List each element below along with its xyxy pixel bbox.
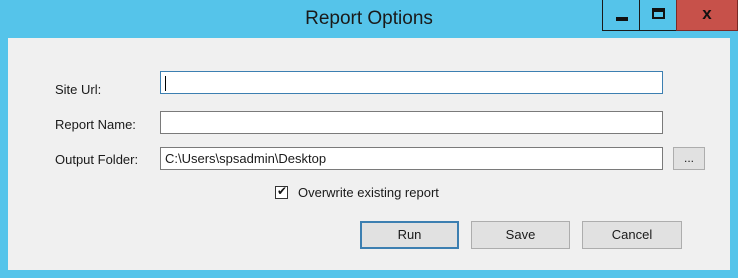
overwrite-checkbox[interactable]: ✔ — [275, 184, 288, 199]
title-bar[interactable]: Report Options x — [0, 0, 738, 38]
site-url-input[interactable] — [160, 71, 663, 94]
maximize-icon — [652, 8, 665, 19]
dialog-client-area: Site Url: Report Name: Output Folder: C:… — [8, 38, 730, 270]
overwrite-checkbox-label[interactable]: Overwrite existing report — [298, 183, 439, 203]
close-icon: x — [702, 4, 712, 23]
save-button[interactable]: Save — [471, 221, 570, 249]
checkmark-icon: ✔ — [277, 184, 288, 198]
output-folder-input[interactable]: C:\Users\spsadmin\Desktop — [160, 147, 663, 170]
text-caret — [165, 76, 166, 92]
output-folder-label: Output Folder: — [55, 152, 139, 167]
close-button[interactable]: x — [676, 0, 738, 31]
browse-folder-button[interactable]: ... — [673, 147, 705, 170]
minimize-button[interactable] — [602, 0, 640, 31]
run-button[interactable]: Run — [360, 221, 459, 249]
cancel-button[interactable]: Cancel — [582, 221, 682, 249]
report-name-input[interactable] — [160, 111, 663, 134]
output-folder-value: C:\Users\spsadmin\Desktop — [165, 151, 327, 166]
site-url-label: Site Url: — [55, 82, 102, 97]
maximize-button[interactable] — [639, 0, 677, 31]
report-options-window: Report Options x Site Url: Report Name: … — [0, 0, 738, 278]
report-name-label: Report Name: — [55, 117, 136, 132]
minimize-icon — [616, 17, 628, 21]
